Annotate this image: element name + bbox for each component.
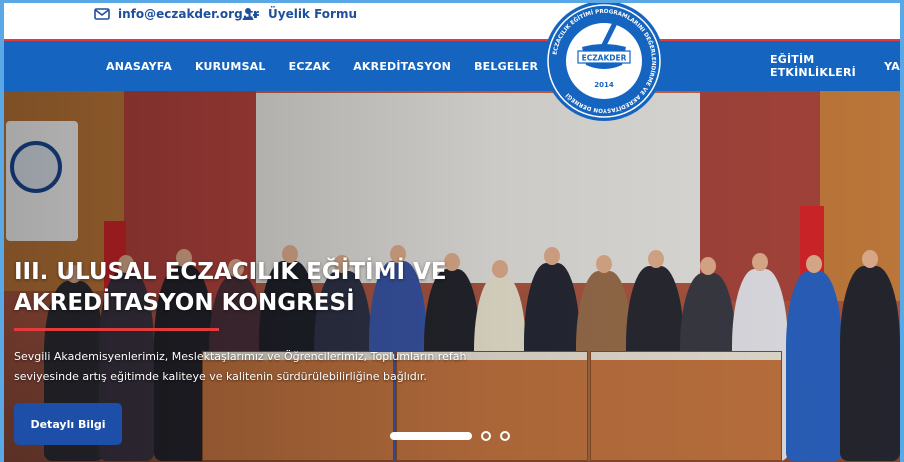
email-text: info@eczakder.org.tr bbox=[118, 7, 259, 21]
eczakder-logo[interactable]: ECZACILIK EĞİTİMİ PROGRAMLARINI DEĞERLEN… bbox=[544, 3, 664, 127]
hero-description: Sevgili Akademisyenlerimiz, Meslektaşlar… bbox=[14, 350, 467, 383]
page-frame: info@eczakder.org.tr Üyelik Formu ANASAY… bbox=[4, 3, 900, 462]
details-button[interactable]: Detaylı Bilgi bbox=[14, 403, 122, 445]
hero-slider: III. ULUSAL ECZACILIK EĞİTİMİ VE AKREDİT… bbox=[4, 91, 900, 462]
hero-title-underline bbox=[14, 328, 219, 331]
slider-pagination bbox=[390, 431, 510, 441]
slider-dot[interactable] bbox=[481, 431, 491, 441]
hero-title-line-2: AKREDİTASYON KONGRESİ bbox=[14, 290, 355, 316]
logo-name: ECZAKDER bbox=[582, 54, 627, 63]
nav-left-group: ANASAYFA KURUMSAL ECZAK AKREDİTASYON BEL… bbox=[106, 41, 538, 91]
nav-right-group: EĞİTİM ETKİNLİKLERİ YA bbox=[770, 41, 900, 91]
email-icon bbox=[94, 7, 110, 21]
top-info-bar: info@eczakder.org.tr Üyelik Formu bbox=[4, 3, 900, 39]
nav-item-eczak[interactable]: ECZAK bbox=[289, 60, 331, 73]
membership-form-link[interactable]: Üyelik Formu bbox=[242, 7, 357, 21]
logo-year: 2014 bbox=[594, 81, 614, 89]
nav-item-belgeler[interactable]: BELGELER bbox=[474, 60, 538, 73]
slider-dot-active[interactable] bbox=[390, 432, 472, 440]
nav-item-akreditasyon[interactable]: AKREDİTASYON bbox=[353, 60, 451, 73]
nav-item-kurumsal[interactable]: KURUMSAL bbox=[195, 60, 266, 73]
main-navigation: ANASAYFA KURUMSAL ECZAK AKREDİTASYON BEL… bbox=[4, 39, 900, 91]
slider-dot[interactable] bbox=[500, 431, 510, 441]
email-link[interactable]: info@eczakder.org.tr bbox=[94, 7, 259, 21]
hero-title: III. ULUSAL ECZACILIK EĞİTİMİ VE AKREDİT… bbox=[14, 257, 484, 319]
membership-form-text: Üyelik Formu bbox=[268, 7, 358, 21]
nav-item-truncated[interactable]: YA bbox=[884, 60, 900, 73]
hero-title-line-1: III. ULUSAL ECZACILIK EĞİTİMİ VE bbox=[14, 259, 447, 285]
user-plus-icon bbox=[242, 7, 260, 21]
nav-item-egitim-etkinlikleri[interactable]: EĞİTİM ETKİNLİKLERİ bbox=[770, 53, 862, 79]
nav-item-anasayfa[interactable]: ANASAYFA bbox=[106, 60, 172, 73]
